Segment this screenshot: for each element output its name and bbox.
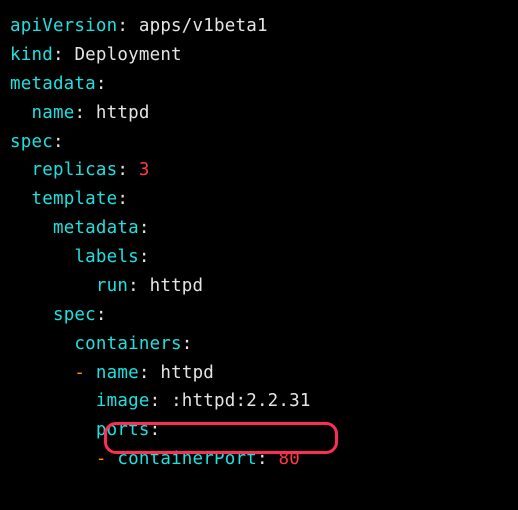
code-line: image: :httpd:2.2.31 <box>10 387 508 416</box>
yaml-key: run <box>96 276 128 296</box>
yaml-key: metadata <box>53 218 139 238</box>
yaml-value: httpd <box>150 276 204 296</box>
code-line: replicas: 3 <box>10 156 508 185</box>
yaml-code-block: apiVersion: apps/v1beta1kind: Deployment… <box>10 12 508 474</box>
yaml-key: containers <box>74 334 181 354</box>
yaml-key: ports <box>96 420 150 440</box>
yaml-value: 3 <box>139 160 150 180</box>
code-line: spec: <box>10 128 508 157</box>
code-line: - name: httpd <box>10 359 508 388</box>
code-line: containers: <box>10 330 508 359</box>
yaml-value: :httpd:2.2.31 <box>171 391 311 411</box>
yaml-key: kind <box>10 45 53 65</box>
yaml-value: httpd <box>160 363 214 383</box>
yaml-key: name <box>96 363 139 383</box>
yaml-key: image <box>96 391 150 411</box>
code-line: kind: Deployment <box>10 41 508 70</box>
yaml-value: Deployment <box>74 45 181 65</box>
yaml-key: containerPort <box>117 449 257 469</box>
yaml-value: apps/v1beta1 <box>139 16 268 36</box>
yaml-key: spec <box>10 132 53 152</box>
yaml-key: name <box>31 103 74 123</box>
code-line: name: httpd <box>10 99 508 128</box>
yaml-key: replicas <box>31 160 117 180</box>
yaml-key: metadata <box>10 74 96 94</box>
yaml-key: template <box>31 189 117 209</box>
code-line: apiVersion: apps/v1beta1 <box>10 12 508 41</box>
yaml-key: apiVersion <box>10 16 117 36</box>
code-line: metadata: <box>10 214 508 243</box>
yaml-value: httpd <box>96 103 150 123</box>
code-line: ports: <box>10 416 508 445</box>
code-content: apiVersion: apps/v1beta1kind: Deployment… <box>10 12 508 474</box>
code-line: run: httpd <box>10 272 508 301</box>
code-line: template: <box>10 185 508 214</box>
code-line: metadata: <box>10 70 508 99</box>
code-line: spec: <box>10 301 508 330</box>
yaml-key: spec <box>53 305 96 325</box>
code-line: labels: <box>10 243 508 272</box>
code-line: - containerPort: 80 <box>10 445 508 474</box>
yaml-value: 80 <box>278 449 299 469</box>
yaml-key: labels <box>74 247 138 267</box>
